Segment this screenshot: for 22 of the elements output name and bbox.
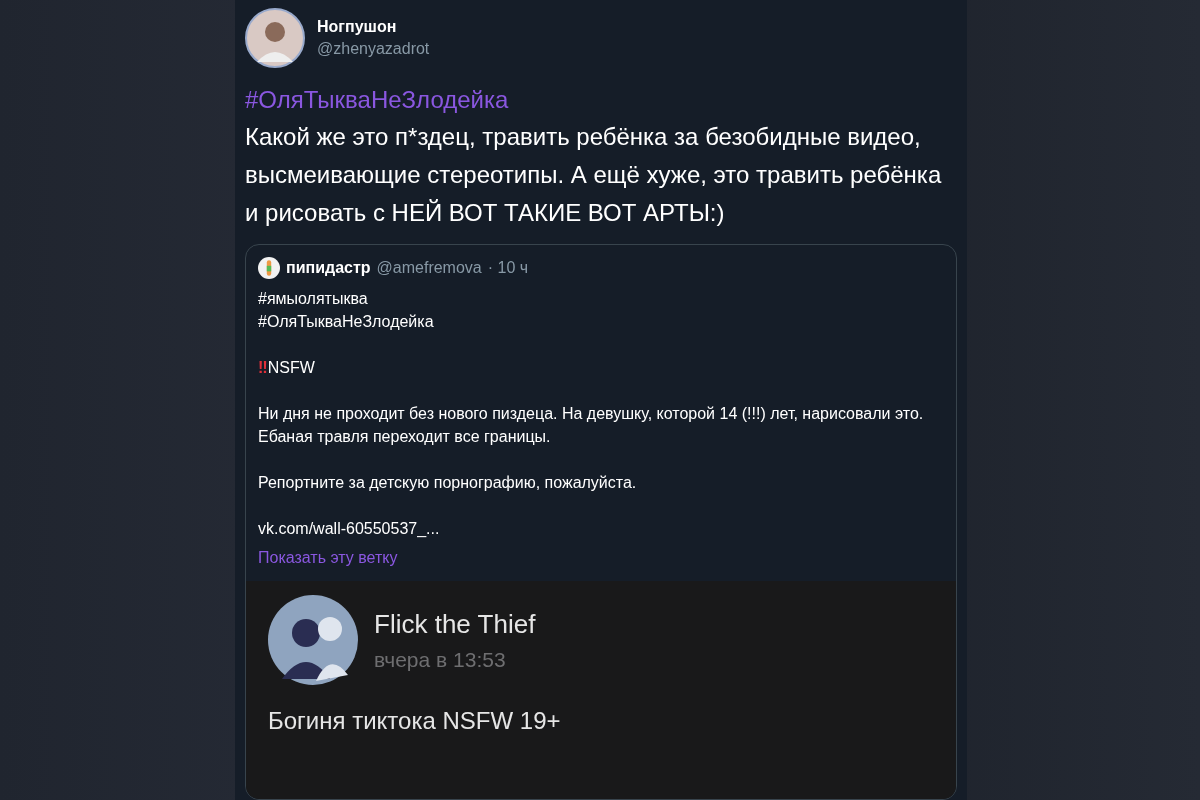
hashtag-text: #ямыолятыква [258,289,368,309]
post-title: Богиня тиктока NSFW 19+ [268,707,562,735]
warning-text: NSFW [267,358,315,378]
hashtag-text: #ОляТыкваНеЗлодейка [258,312,434,332]
quote-paragraph: Репортните за детскую порнографию, пожалуйста. [258,473,637,493]
show-thread-link[interactable]: Показать эту ветку [258,546,398,569]
quote-time: · 10 ч [487,259,529,277]
post-link[interactable]: vk.com/wall-60550537_... [258,517,440,540]
quoted-tweet[interactable] [245,244,957,800]
author-handle[interactable]: @zhenyazadrot [317,40,430,58]
tweet-text: Какой же это п*здец, травить ребёнка за безобидные видео, высмеивающие стереотипы. А ещё хуже, это травить ребёнка и рисовать с НЕЙ ВОТ ТАКИЕ ВОТ АРТЫ:) [245,122,943,228]
quote-handle: @amefremova [376,259,482,277]
avatar-icon [268,595,358,685]
avatar-icon [258,257,280,279]
post-author: Flick the Thief [374,608,536,640]
avatar-icon[interactable] [245,8,305,68]
post-time: вчера в 13:53 [374,647,507,672]
quote-author: пипидастр [286,259,371,277]
author-name[interactable]: Ногпушон [317,18,430,36]
quote-paragraph: Ни дня не проходит без нового пиздеца. На девушку, которой 14 (!!!) лет, нарисовали это. Ебаная травля переходит все границы. [258,404,925,447]
exclamation-icon: ‼ [258,356,268,379]
hashtag-link[interactable]: #ОляТыкваНеЗлодейка [245,86,957,114]
